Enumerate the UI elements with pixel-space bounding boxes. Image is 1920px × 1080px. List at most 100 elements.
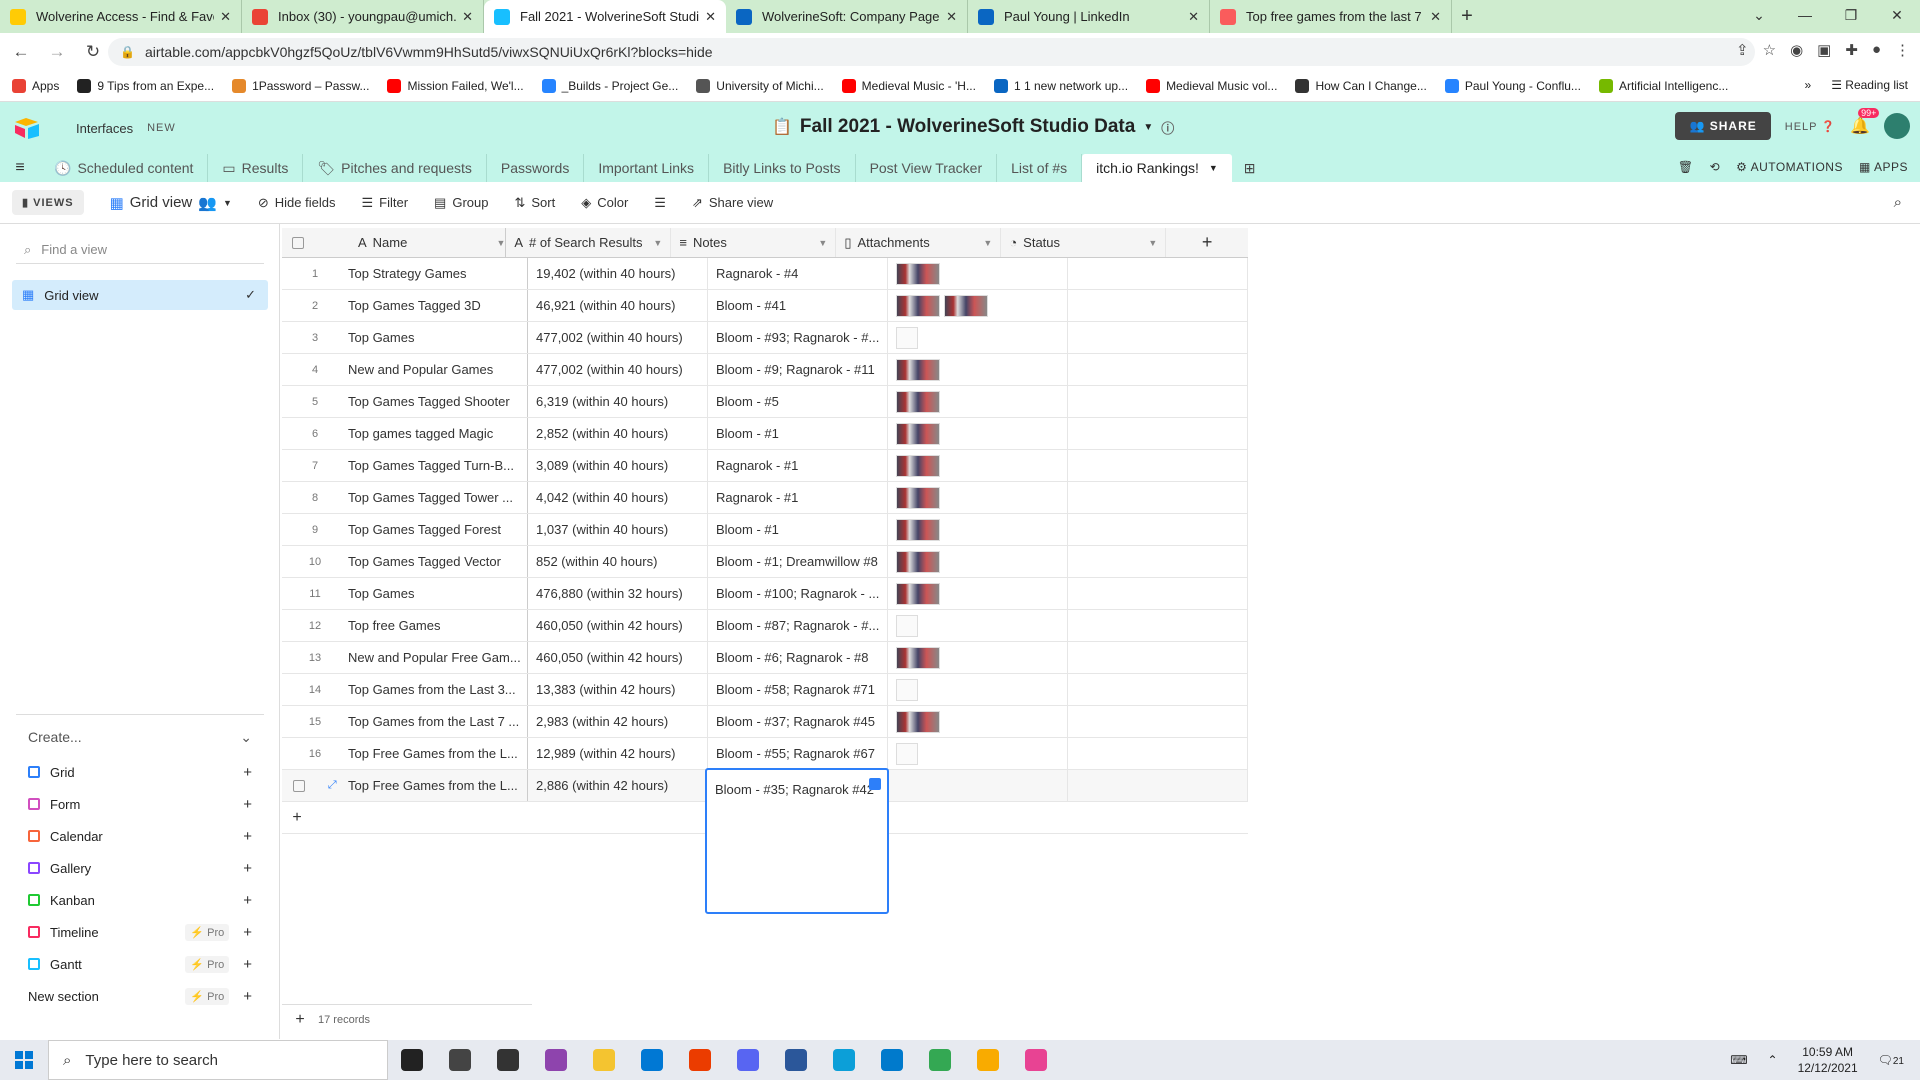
search-results-cell[interactable]: 460,050 (within 42 hours) xyxy=(528,642,708,673)
extension-icon[interactable]: ▣ xyxy=(1817,41,1831,59)
attachment-thumbnail[interactable] xyxy=(896,262,940,285)
status-cell[interactable] xyxy=(1068,674,1248,705)
tab-search-icon[interactable]: ⌄ xyxy=(1736,0,1782,33)
more-menu-icon[interactable]: ⋮ xyxy=(1895,41,1910,59)
notes-editor-text[interactable]: Bloom - #35; Ragnarok #42 xyxy=(715,782,874,797)
search-results-cell[interactable]: 1,037 (within 40 hours) xyxy=(528,514,708,545)
attachments-cell[interactable] xyxy=(888,418,1068,449)
name-cell[interactable]: 13 New and Popular Free Gam... xyxy=(282,642,528,673)
column-header-notes[interactable]: ≡ Notes ▼ xyxy=(671,228,837,257)
chevron-up-icon[interactable]: ⌃ xyxy=(1768,1053,1778,1067)
create-view-item[interactable]: Grid + xyxy=(16,756,264,788)
search-results-cell[interactable]: 477,002 (within 40 hours) xyxy=(528,354,708,385)
attachments-cell[interactable] xyxy=(888,642,1068,673)
search-results-cell[interactable]: 46,921 (within 40 hours) xyxy=(528,290,708,321)
name-cell[interactable]: 6 Top games tagged Magic xyxy=(282,418,528,449)
bookmark-item[interactable]: 1 1 new network up... xyxy=(993,78,1128,93)
browser-tab[interactable]: WolverineSoft: Company Page Ac ✕ xyxy=(726,0,968,33)
name-cell[interactable]: 5 Top Games Tagged Shooter xyxy=(282,386,528,417)
hide-fields-button[interactable]: ⊘ Hide fields xyxy=(258,195,336,211)
status-cell[interactable] xyxy=(1068,738,1248,769)
name-cell[interactable]: ⤢ Top Free Games from the L... xyxy=(282,770,528,801)
search-results-cell[interactable]: 476,880 (within 32 hours) xyxy=(528,578,708,609)
interfaces-link[interactable]: Interfaces xyxy=(76,121,133,136)
image-placeholder-icon[interactable] xyxy=(896,326,918,349)
attachments-cell[interactable] xyxy=(888,258,1068,289)
view-switcher[interactable]: ▦ Grid view 👥 ▼ xyxy=(110,194,232,212)
views-toggle-button[interactable]: ▮ VIEWS xyxy=(12,190,84,215)
attachment-thumbnail[interactable] xyxy=(896,454,940,477)
table-row[interactable]: 6 Top games tagged Magic 2,852 (within 40… xyxy=(282,418,1248,450)
search-results-cell[interactable]: 6,319 (within 40 hours) xyxy=(528,386,708,417)
notes-cell[interactable]: Bloom - #41 xyxy=(708,290,888,321)
attachments-cell[interactable] xyxy=(888,290,1068,321)
bookmark-item[interactable]: Mission Failed, We'l... xyxy=(387,78,524,93)
attachments-cell[interactable] xyxy=(888,738,1068,769)
close-tab-icon[interactable]: ✕ xyxy=(1188,9,1199,25)
cortana-icon[interactable] xyxy=(388,1040,436,1080)
close-tab-icon[interactable]: ✕ xyxy=(220,9,231,25)
search-results-cell[interactable]: 477,002 (within 40 hours) xyxy=(528,322,708,353)
notes-cell[interactable]: Bloom - #9; Ragnarok - #11 xyxy=(708,354,888,385)
new-tab-icon[interactable]: + xyxy=(1452,0,1482,33)
app-purple-icon[interactable] xyxy=(532,1040,580,1080)
create-view-item[interactable]: Gantt ⚡ Pro + xyxy=(16,948,264,980)
color-button[interactable]: ◈ Color xyxy=(581,195,628,211)
table-row[interactable]: 9 Top Games Tagged Forest 1,037 (within 4… xyxy=(282,514,1248,546)
airtable-logo-icon[interactable] xyxy=(14,117,40,139)
browser-tab[interactable]: Top free games from the last 7 d ✕ xyxy=(1210,0,1452,33)
back-icon[interactable]: ← xyxy=(6,42,36,62)
create-view-item[interactable]: Timeline ⚡ Pro + xyxy=(16,916,264,948)
table-row[interactable]: 16 Top Free Games from the L... 12,989 (w… xyxy=(282,738,1248,770)
name-cell[interactable]: 1 Top Strategy Games xyxy=(282,258,528,289)
puzzle-icon[interactable]: ✚ xyxy=(1845,41,1858,59)
notes-cell[interactable]: Bloom - #37; Ragnarok #45 xyxy=(708,706,888,737)
search-icon[interactable]: ⌕ xyxy=(1894,194,1902,211)
attachments-cell[interactable] xyxy=(888,770,1068,801)
sort-button[interactable]: ⇅ Sort xyxy=(514,195,555,211)
table-tab[interactable]: Post View Tracker xyxy=(856,154,998,182)
taskbar-search-input[interactable]: ⌕ Type here to search xyxy=(48,1040,388,1080)
sidebar-item-grid-view[interactable]: ▦ Grid view ✓ xyxy=(12,280,268,310)
notes-cell[interactable]: Bloom - #100; Ragnarok - ... xyxy=(708,578,888,609)
reading-list-button[interactable]: ☰ Reading list xyxy=(1831,78,1908,92)
notes-cell[interactable]: Bloom - #1 xyxy=(708,418,888,449)
restore-icon[interactable]: ❐ xyxy=(1828,0,1874,33)
share-button[interactable]: 👥 SHARE xyxy=(1675,112,1771,140)
bell-icon[interactable]: 🔔 99+ xyxy=(1850,108,1880,136)
plus-icon[interactable]: + xyxy=(243,828,252,845)
expand-icon[interactable] xyxy=(869,778,881,790)
name-cell[interactable]: 9 Top Games Tagged Forest xyxy=(282,514,528,545)
close-tab-icon[interactable]: ✕ xyxy=(1430,9,1441,25)
vscode-icon[interactable] xyxy=(868,1040,916,1080)
plus-icon[interactable]: + xyxy=(243,988,252,1005)
avatar[interactable] xyxy=(1884,113,1910,139)
status-cell[interactable] xyxy=(1068,514,1248,545)
table-row[interactable]: 8 Top Games Tagged Tower ... 4,042 (withi… xyxy=(282,482,1248,514)
table-tab[interactable]: 🏷 Pitches and requests xyxy=(303,154,487,182)
name-cell[interactable]: 3 Top Games xyxy=(282,322,528,353)
file-explorer-icon[interactable] xyxy=(580,1040,628,1080)
keyboard-icon[interactable]: ⌨ xyxy=(1730,1053,1747,1067)
name-cell[interactable]: 11 Top Games xyxy=(282,578,528,609)
chrome-icon[interactable] xyxy=(916,1040,964,1080)
history-icon[interactable]: ⟲ xyxy=(1710,160,1721,174)
plus-icon[interactable]: + xyxy=(243,860,252,877)
attachment-thumbnail[interactable] xyxy=(896,422,940,445)
table-row[interactable]: 5 Top Games Tagged Shooter 6,319 (within … xyxy=(282,386,1248,418)
word-icon[interactable] xyxy=(772,1040,820,1080)
filter-button[interactable]: ☰ Filter xyxy=(361,195,408,211)
notes-cell[interactable]: Bloom - #6; Ragnarok - #8 xyxy=(708,642,888,673)
table-row[interactable]: 13 New and Popular Free Gam... 460,050 (w… xyxy=(282,642,1248,674)
table-row[interactable]: 3 Top Games 477,002 (within 40 hours) Blo… xyxy=(282,322,1248,354)
notes-cell[interactable]: Bloom - #87; Ragnarok - #... xyxy=(708,610,888,641)
chevron-down-icon[interactable]: ▼ xyxy=(818,238,827,248)
browser-tab[interactable]: Wolverine Access - Find & Favori ✕ xyxy=(0,0,242,33)
search-results-cell[interactable]: 12,989 (within 42 hours) xyxy=(528,738,708,769)
name-cell[interactable]: 8 Top Games Tagged Tower ... xyxy=(282,482,528,513)
status-cell[interactable] xyxy=(1068,610,1248,641)
bookmark-item[interactable]: University of Michi... xyxy=(696,78,824,93)
attachment-thumbnail[interactable] xyxy=(896,550,940,573)
chrome-canary-icon[interactable] xyxy=(964,1040,1012,1080)
status-cell[interactable] xyxy=(1068,322,1248,353)
